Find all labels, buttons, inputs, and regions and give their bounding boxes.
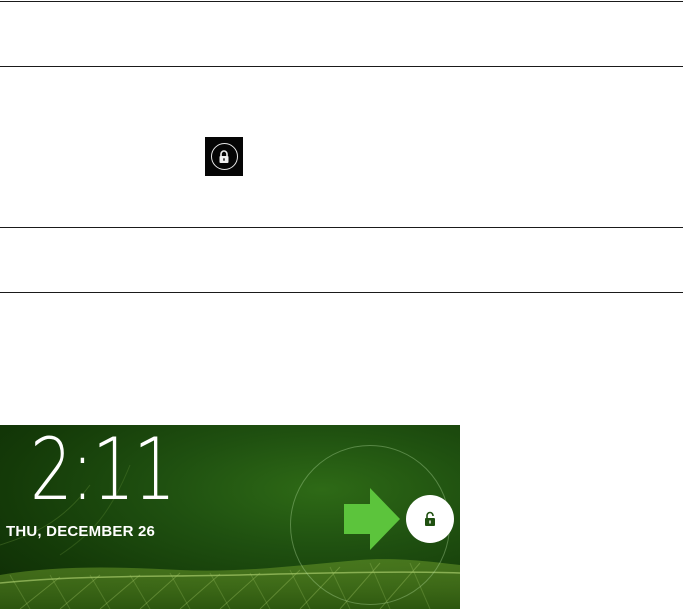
table-rule <box>0 66 683 67</box>
lockscreen-screenshot: 2:11 THU, DECEMBER 26 <box>0 425 460 609</box>
unlock-icon <box>425 511 435 526</box>
lockscreen-clock: 2:11 <box>30 425 176 520</box>
lock-icon <box>205 137 243 176</box>
table-rule <box>0 227 683 228</box>
lockscreen-date: THU, DECEMBER 26 <box>6 523 156 540</box>
table-rule-top <box>0 1 683 2</box>
arrow-right-icon <box>344 488 400 550</box>
padlock-glyph <box>219 149 229 163</box>
lock-icon-ring <box>210 143 238 170</box>
table-rule-bottom <box>0 292 683 293</box>
unlock-handle[interactable] <box>406 495 454 543</box>
